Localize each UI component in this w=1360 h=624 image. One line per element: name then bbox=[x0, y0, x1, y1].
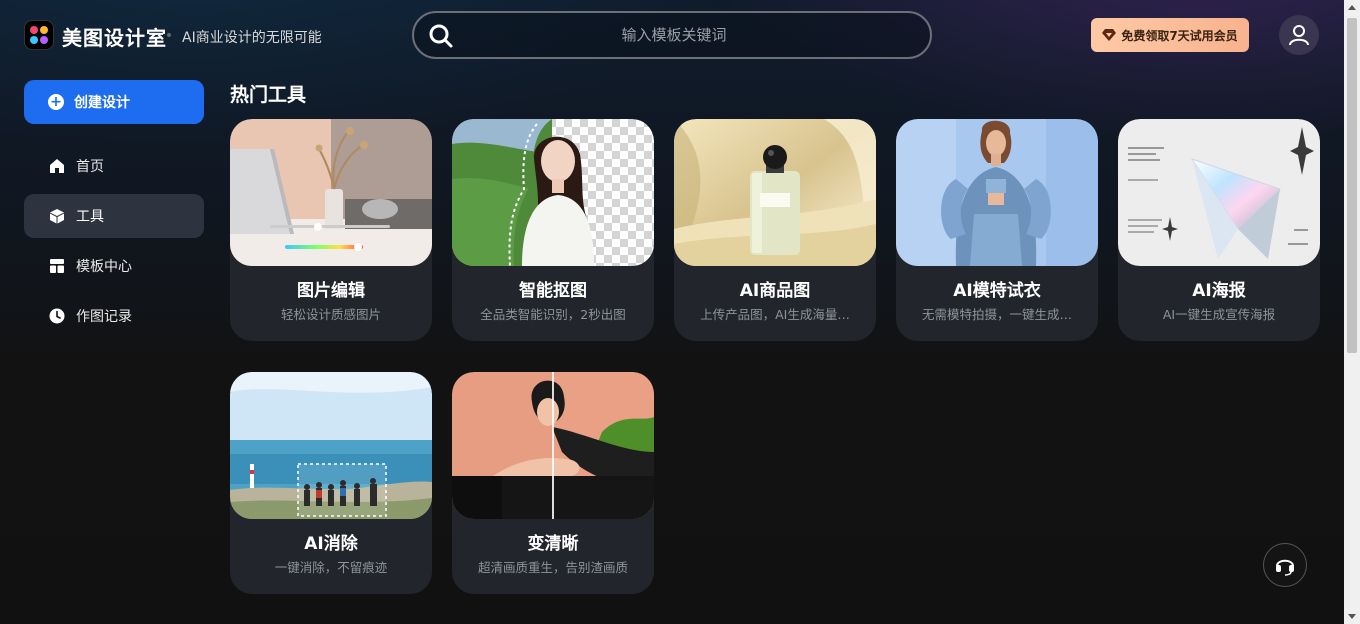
tool-card-ai-erase[interactable]: AI消除 一键消除，不留痕迹 bbox=[230, 372, 432, 594]
tool-description: 轻松设计质感图片 bbox=[280, 307, 381, 322]
tool-description: 无需模特拍摄，一键生成… bbox=[921, 307, 1072, 322]
tool-title: AI消除 bbox=[304, 534, 358, 554]
tool-title: 智能抠图 bbox=[519, 281, 587, 301]
tool-title: AI商品图 bbox=[739, 281, 811, 301]
headset-icon bbox=[1276, 559, 1294, 576]
scroll-down-arrow-icon[interactable] bbox=[1348, 614, 1356, 619]
search-bar[interactable] bbox=[412, 11, 932, 59]
search-input[interactable] bbox=[464, 21, 884, 49]
tool-card-cutout[interactable]: 智能抠图 全品类智能识别，2秒出图 bbox=[452, 119, 654, 341]
tool-thumbnail bbox=[674, 119, 876, 266]
tool-thumbnail bbox=[452, 372, 654, 519]
diamond-icon bbox=[1102, 29, 1117, 41]
brand-name[interactable]: 美图设计室 bbox=[62, 22, 167, 51]
sidebar-item-label: 作图记录 bbox=[76, 309, 132, 325]
free-vip-trial-button[interactable]: 免费领取7天试用会员 bbox=[1091, 18, 1249, 52]
tool-thumbnail bbox=[452, 119, 654, 266]
create-design-label: 创建设计 bbox=[74, 95, 130, 111]
tool-thumbnail bbox=[1118, 119, 1320, 266]
top-header: 美图设计室 AI商业设计的无限可能 免费领取7天试用会员 bbox=[0, 0, 1344, 72]
cube-icon bbox=[48, 207, 66, 225]
tool-description: 超清画质重生，告别渣画质 bbox=[477, 560, 628, 575]
tool-description: 全品类智能识别，2秒出图 bbox=[480, 307, 626, 322]
tool-title: AI模特试衣 bbox=[953, 281, 1041, 301]
tool-thumbnail bbox=[896, 119, 1098, 266]
tool-card-ai-product[interactable]: AI商品图 上传产品图，AI生成海量… bbox=[674, 119, 876, 341]
tool-description: 上传产品图，AI生成海量… bbox=[700, 307, 850, 322]
user-avatar[interactable] bbox=[1279, 15, 1319, 55]
sidebar-item-home[interactable]: 首页 bbox=[24, 144, 204, 188]
app-logo[interactable] bbox=[24, 20, 54, 50]
tool-description: AI一键生成宣传海报 bbox=[1162, 307, 1276, 322]
tool-description: 一键消除，不留痕迹 bbox=[274, 560, 388, 575]
sidebar-item-tools[interactable]: 工具 bbox=[24, 194, 204, 238]
create-design-button[interactable]: + 创建设计 bbox=[24, 80, 204, 124]
home-icon bbox=[48, 157, 66, 175]
page-scrollbar[interactable] bbox=[1344, 0, 1360, 624]
customer-support-button[interactable] bbox=[1263, 543, 1307, 587]
sidebar-item-templates[interactable]: 模板中心 bbox=[24, 244, 204, 288]
search-icon[interactable] bbox=[428, 23, 454, 49]
sidebar-item-history[interactable]: 作图记录 bbox=[24, 294, 204, 338]
tool-title: 图片编辑 bbox=[297, 281, 365, 301]
sidebar-item-label: 模板中心 bbox=[76, 259, 132, 275]
sidebar-item-label: 首页 bbox=[76, 159, 104, 175]
tool-thumbnail bbox=[230, 372, 432, 519]
tool-card-enhance[interactable]: 变清晰 超清画质重生，告别渣画质 bbox=[452, 372, 654, 594]
plus-icon: + bbox=[48, 94, 64, 110]
scrollbar-thumb[interactable] bbox=[1347, 18, 1357, 353]
vip-button-label: 免费领取7天试用会员 bbox=[1121, 28, 1238, 43]
tool-title: 变清晰 bbox=[527, 534, 579, 554]
layout-icon bbox=[48, 257, 66, 275]
clock-icon bbox=[48, 307, 66, 325]
sidebar-item-label: 工具 bbox=[76, 209, 104, 225]
tool-card-ai-poster[interactable]: AI海报 AI一键生成宣传海报 bbox=[1118, 119, 1320, 341]
user-icon bbox=[1289, 25, 1309, 46]
scroll-up-arrow-icon[interactable] bbox=[1348, 5, 1356, 10]
tool-card-ai-fitting[interactable]: AI模特试衣 无需模特拍摄，一键生成… bbox=[896, 119, 1098, 341]
tool-title: AI海报 bbox=[1192, 281, 1246, 301]
separator-dot bbox=[167, 33, 171, 37]
brand-slogan: AI商业设计的无限可能 bbox=[182, 30, 322, 46]
section-title: 热门工具 bbox=[230, 84, 307, 106]
tool-card-image-edit[interactable]: 图片编辑 轻松设计质感图片 bbox=[230, 119, 432, 341]
tool-thumbnail bbox=[230, 119, 432, 266]
